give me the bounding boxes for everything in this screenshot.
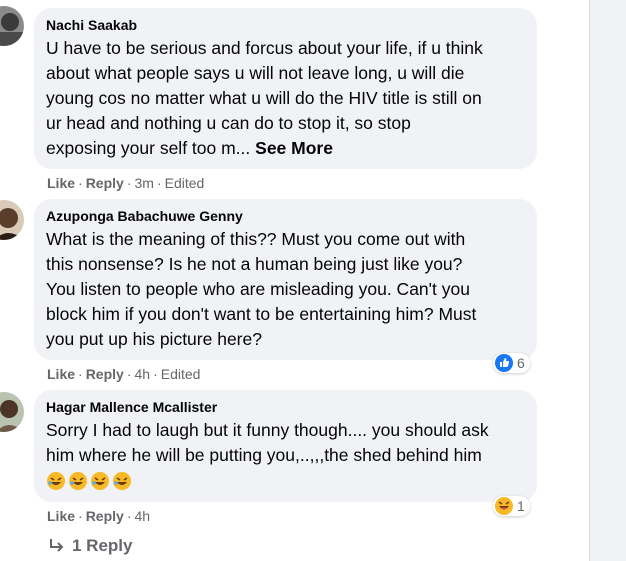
rofl-emoji	[47, 472, 65, 490]
rofl-emoji	[91, 472, 109, 490]
comment-text: U have to be serious and forcus about yo…	[46, 38, 483, 158]
like-icon	[495, 354, 513, 372]
comment-actions: Like · Reply · 3m · Edited	[47, 175, 205, 191]
comment-author[interactable]: Nachi Saakab	[46, 16, 525, 34]
avatar[interactable]	[0, 200, 24, 240]
comment-time[interactable]: 4h	[134, 508, 150, 524]
comment-actions: Like · Reply · 4h · Edited	[47, 366, 201, 382]
comment-text: Sorry I had to laugh but it funny though…	[46, 420, 489, 465]
reaction-count: 1	[517, 498, 525, 514]
like-button[interactable]: Like	[47, 508, 75, 524]
comment-time[interactable]: 3m	[134, 175, 153, 191]
avatar[interactable]	[0, 6, 24, 46]
reaction-summary[interactable]: 1	[493, 496, 530, 516]
comment-author[interactable]: Hagar Mallence Mcallister	[46, 398, 525, 416]
reply-arrow-icon	[48, 538, 66, 554]
comment-text: What is the meaning of this?? Must you c…	[46, 229, 477, 349]
replies-count-label: 1 Reply	[72, 536, 133, 555]
comment-actions: Like · Reply · 4h	[47, 508, 151, 524]
reply-button[interactable]: Reply	[86, 366, 124, 382]
avatar[interactable]	[0, 392, 24, 432]
see-more-link[interactable]: See More	[255, 138, 333, 158]
edited-label: Edited	[164, 175, 205, 191]
reply-button[interactable]: Reply	[86, 508, 124, 524]
edited-label: Edited	[160, 366, 201, 382]
rofl-emoji	[113, 472, 131, 490]
comment-bubble: Nachi Saakab U have to be serious and fo…	[34, 8, 537, 169]
comment-bubble: Azuponga Babachuwe Genny What is the mea…	[34, 199, 537, 360]
haha-icon	[495, 497, 513, 515]
right-sidebar-panel	[589, 0, 626, 561]
reaction-summary[interactable]: 6	[493, 353, 530, 373]
reaction-count: 6	[517, 355, 525, 371]
comment-time[interactable]: 4h	[134, 366, 150, 382]
comment-bubble: Hagar Mallence Mcallister Sorry I had to…	[34, 390, 537, 502]
like-button[interactable]: Like	[47, 366, 75, 382]
comment-author[interactable]: Azuponga Babachuwe Genny	[46, 207, 525, 225]
emoji-row	[46, 471, 132, 491]
like-button[interactable]: Like	[47, 175, 75, 191]
view-replies-link[interactable]: 1 Reply	[48, 536, 132, 556]
rofl-emoji	[69, 472, 87, 490]
reply-button[interactable]: Reply	[86, 175, 124, 191]
